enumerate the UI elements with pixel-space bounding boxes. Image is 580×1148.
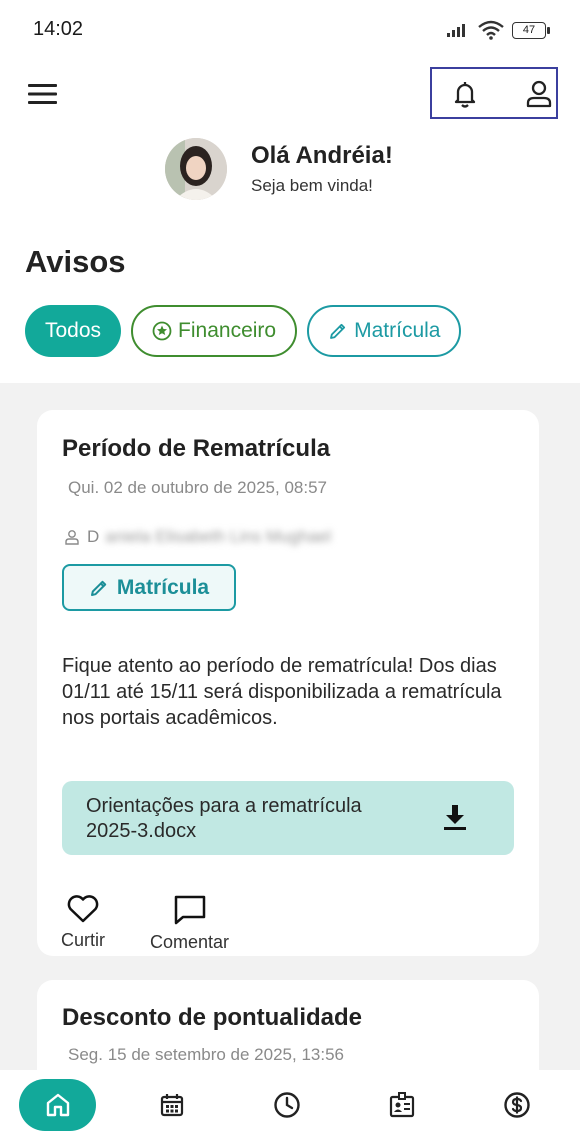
notice-date: Seg. 15 de setembro de 2025, 13:56 [68, 1045, 344, 1064]
avatar-photo [165, 138, 227, 200]
calendar-icon [160, 1094, 184, 1117]
nav-home[interactable] [19, 1079, 96, 1131]
battery-icon: 47 [512, 21, 550, 39]
notice-author: D aniela Elisabeth Lins Mughael [64, 527, 331, 547]
status-time: 14:02 [33, 18, 84, 40]
comment-button[interactable]: Comentar [150, 894, 229, 953]
app-bar [0, 60, 580, 130]
star-circle-icon [152, 321, 172, 341]
person-icon [65, 530, 79, 545]
nav-history[interactable] [267, 1079, 307, 1131]
status-icons: 47 [446, 20, 550, 40]
filter-chips: Todos Financeiro Matrícula [25, 305, 462, 357]
signal-icon [447, 24, 465, 37]
profile-button[interactable] [524, 79, 554, 109]
nav-finance[interactable] [497, 1079, 537, 1131]
download-icon[interactable] [442, 803, 468, 831]
notice-body: Fique atento ao período de rematrícula! … [62, 655, 502, 729]
filter-matricula-label: Matrícula [354, 319, 441, 342]
clock-icon [274, 1092, 300, 1118]
filter-financeiro-label: Financeiro [178, 319, 277, 342]
wifi-icon [478, 20, 504, 40]
nav-id-card[interactable] [382, 1079, 422, 1131]
filter-financeiro[interactable]: Financeiro [131, 305, 298, 357]
filter-todos[interactable]: Todos [25, 305, 122, 357]
status-bar: 14:02 47 [0, 0, 580, 60]
notices-feed[interactable]: Período de Rematrícula Qui. 02 de outubr… [0, 383, 580, 1070]
nav-calendar[interactable] [152, 1079, 192, 1131]
pencil-icon [330, 323, 346, 339]
bell-icon [454, 82, 476, 108]
notice-title: Desconto de pontualidade [62, 1004, 363, 1031]
comment-icon [174, 895, 205, 925]
attachment[interactable]: Orientações para a rematrícula 2025-3.do… [62, 781, 514, 855]
notice-card[interactable]: Período de Rematrícula Qui. 02 de outubr… [37, 410, 539, 956]
comment-label: Comentar [150, 932, 230, 952]
greeting: Olá Andréia! Seja bem vinda! [165, 137, 393, 201]
avatar[interactable] [165, 138, 227, 200]
bottom-nav [0, 1070, 580, 1148]
user-icon [526, 80, 552, 108]
greeting-subtitle: Seja bem vinda! [251, 176, 373, 195]
author-initial: D [87, 527, 100, 546]
category-tag-matricula[interactable]: Matrícula [62, 564, 236, 611]
notice-card[interactable]: Desconto de pontualidade Seg. 15 de sete… [37, 980, 539, 1070]
menu-button[interactable] [28, 82, 58, 106]
like-button[interactable]: Curtir [61, 894, 105, 951]
page-title: Avisos [25, 244, 126, 279]
heart-icon [67, 895, 99, 923]
category-tag-label: Matrícula [116, 575, 210, 599]
notice-title: Período de Rematrícula [62, 435, 331, 462]
like-label: Curtir [61, 930, 105, 950]
filter-matricula[interactable]: Matrícula [307, 305, 462, 357]
hamburger-icon [28, 84, 57, 104]
notifications-button[interactable] [450, 79, 480, 109]
home-icon [46, 1093, 69, 1117]
header-actions [430, 67, 558, 119]
dollar-circle-icon [504, 1092, 530, 1118]
id-badge-icon [389, 1092, 415, 1118]
pencil-icon [90, 580, 107, 596]
attachment-name: Orientações para a rematrícula 2025-3.do… [86, 795, 362, 842]
author-name-blurred: aniela Elisabeth Lins Mughael [105, 527, 332, 546]
filter-todos-label: Todos [45, 319, 102, 342]
greeting-title: Olá Andréia! [251, 142, 393, 169]
notice-date: Qui. 02 de outubro de 2025, 08:57 [68, 478, 327, 497]
